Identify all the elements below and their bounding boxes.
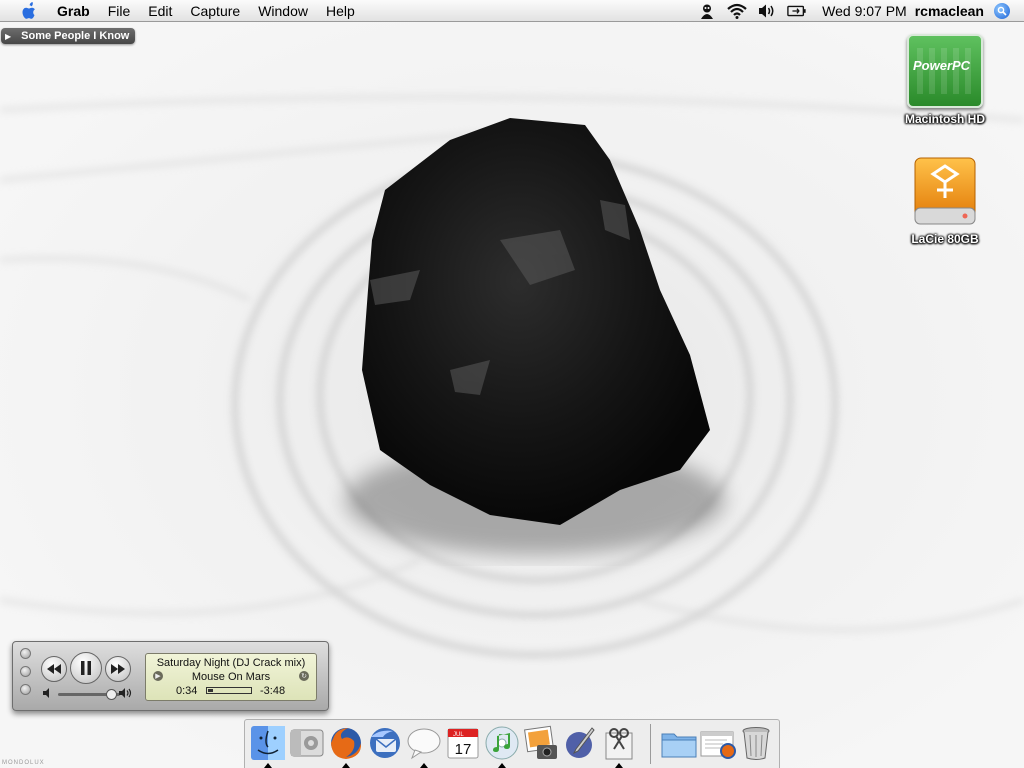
now-playing-display: Saturday Night (DJ Crack mix) ▶ Mouse On… [145,653,317,701]
running-indicator [342,763,350,768]
system-preferences-icon[interactable] [288,724,326,762]
dock-separator [650,724,651,764]
script-editor-icon[interactable] [561,724,599,762]
running-indicator [420,763,428,768]
elapsed-time: 0:34 [176,685,198,697]
track-artist: Mouse On Mars [191,671,271,683]
dock: JUL 17 [244,719,780,768]
menu-window[interactable]: Window [249,0,317,22]
volume-low-icon [43,688,49,698]
playback-progress-bar[interactable] [206,687,252,694]
playback-progress-fill [208,689,213,692]
menu-help[interactable]: Help [317,0,364,22]
menu-bar: Grab File Edit Capture Window Help Wed 9… [0,0,1024,22]
trash-icon[interactable] [737,724,775,762]
running-indicator [615,763,623,768]
apple-menu-icon[interactable] [20,1,38,20]
menu-file[interactable]: File [99,0,140,22]
running-indicator [498,763,506,768]
firefox-icon[interactable] [327,724,365,762]
volume-slider-knob[interactable] [105,689,117,700]
fast-user-switch[interactable]: rcmaclean [915,3,984,19]
battery-icon[interactable] [787,2,807,20]
powerpc-badge: PowerPC [913,58,971,73]
disclosure-triangle-icon: ▶ [5,31,12,41]
fast-forward-icon [111,664,125,674]
pause-icon [81,661,91,675]
lacie-label: LaCie 80GB [911,232,979,246]
ical-date: 17 [455,741,472,758]
itunes-icon[interactable] [483,724,521,762]
minimize-button[interactable] [20,666,31,677]
volume-high-icon [119,688,132,698]
lacie-drive-icon[interactable]: LaCie 80GB [890,156,1000,246]
ichat-icon[interactable] [405,724,443,762]
app-menu[interactable]: Grab [48,0,99,22]
macintosh-hd-label: Macintosh HD [904,112,985,126]
some-people-label: Some People I Know [21,30,130,42]
next-track-button[interactable] [105,656,131,682]
iphoto-icon[interactable] [522,724,560,762]
pause-button[interactable] [70,652,102,684]
finder-icon[interactable] [249,724,287,762]
snapback-icon[interactable]: ↻ [299,671,309,681]
user-icon[interactable] [697,2,717,20]
menu-extras: Wed 9:07 PM rcmaclean [692,0,1024,22]
zoom-button[interactable] [20,684,31,695]
some-people-tab[interactable]: ▶ Some People I Know [1,28,136,44]
volume-icon[interactable] [757,2,777,20]
firewire-drive-icon [913,156,977,228]
spotlight-icon[interactable] [994,3,1010,19]
wallpaper-credit: MONDOLUX [2,760,45,766]
running-indicator [264,763,272,768]
rewind-icon [47,664,61,674]
wifi-icon[interactable] [727,2,747,20]
menu-capture[interactable]: Capture [181,0,249,22]
grab-icon[interactable] [600,724,638,762]
ical-month: JUL [453,732,464,738]
previous-track-button[interactable] [41,656,67,682]
thunderbird-icon[interactable] [366,724,404,762]
close-button[interactable] [20,648,31,659]
firefox-document-icon[interactable] [698,724,738,762]
applications-folder-icon[interactable] [659,724,699,762]
remaining-time: -3:48 [260,685,286,697]
hard-drive-icon: PowerPC [907,34,983,108]
itunes-mini-player: Saturday Night (DJ Crack mix) ▶ Mouse On… [12,641,329,711]
ical-icon[interactable]: JUL 17 [444,724,482,762]
menu-edit[interactable]: Edit [139,0,181,22]
menu-clock[interactable]: Wed 9:07 PM [822,3,907,19]
track-title: Saturday Night (DJ Crack mix) [156,657,306,669]
macintosh-hd-icon[interactable]: PowerPC Macintosh HD [890,34,1000,126]
